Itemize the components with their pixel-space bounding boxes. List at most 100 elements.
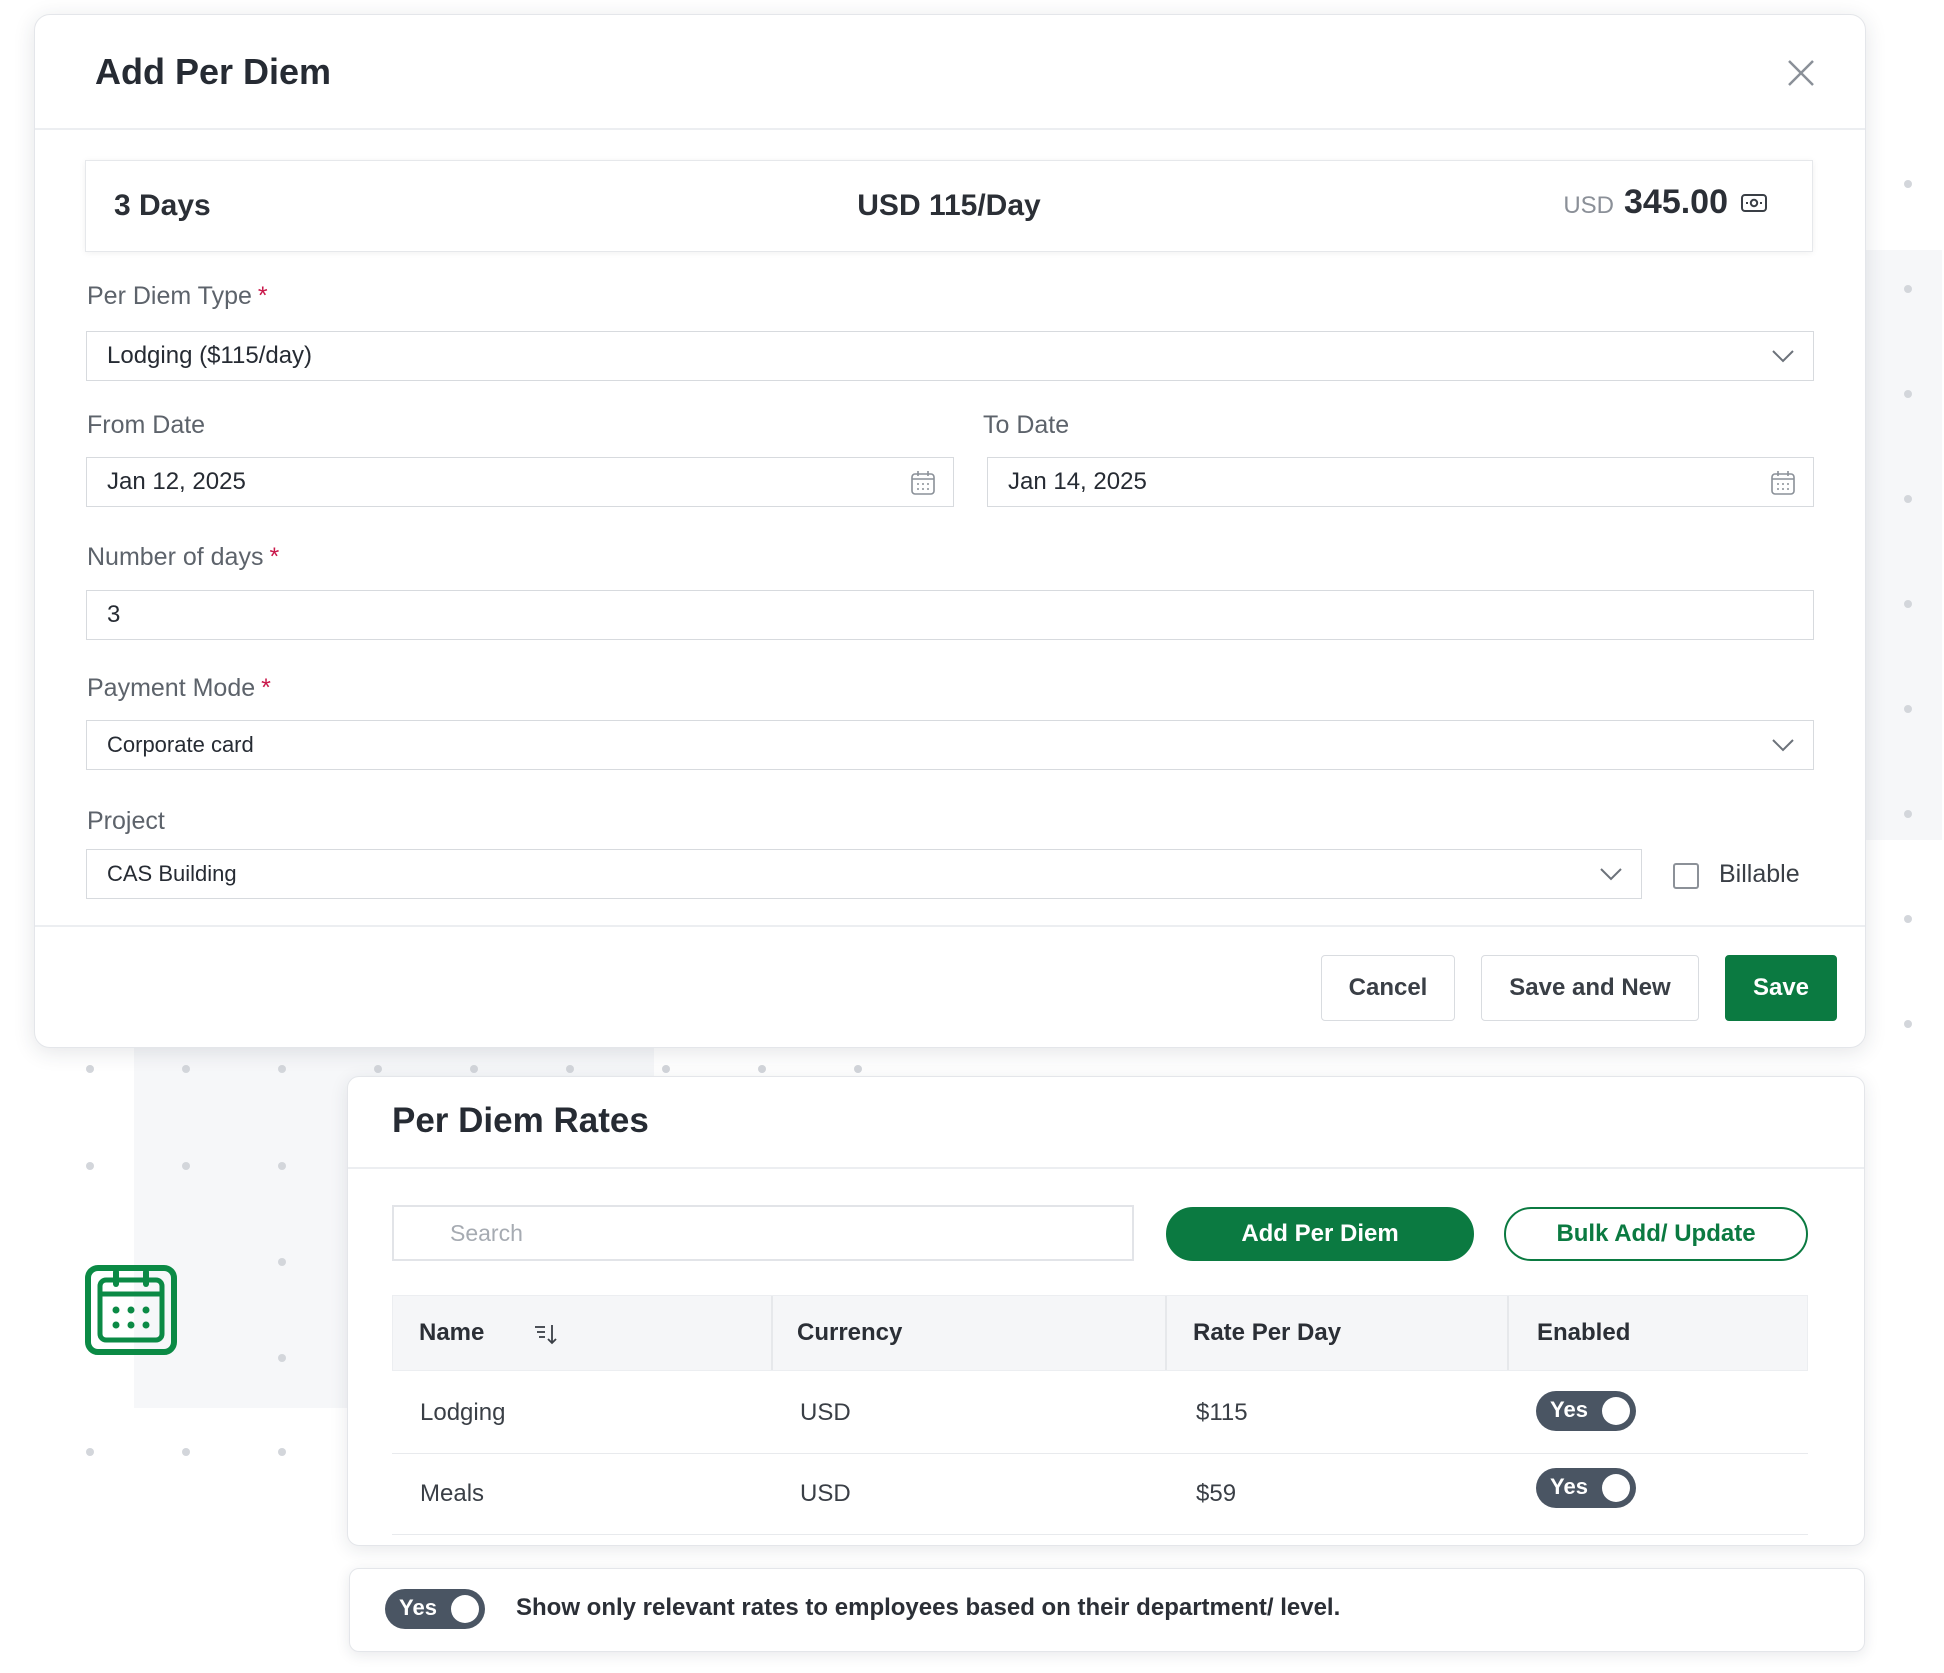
per-diem-type-select[interactable]: Lodging ($115/day) bbox=[86, 331, 1814, 381]
toggle-knob bbox=[451, 1595, 479, 1623]
project-value: CAS Building bbox=[107, 861, 237, 886]
decor-dot bbox=[1904, 390, 1912, 398]
decor-dot bbox=[1904, 495, 1912, 503]
decor-dot bbox=[1904, 600, 1912, 608]
chevron-down-icon bbox=[1600, 868, 1622, 881]
decor-dot bbox=[278, 1448, 286, 1456]
background-panel bbox=[1862, 250, 1942, 840]
summary-rate: USD 115/Day bbox=[857, 189, 1041, 222]
per-diem-summary: 3 Days USD 115/Day USD 345.00 bbox=[85, 160, 1813, 252]
decor-dot bbox=[278, 1065, 286, 1073]
decor-dot bbox=[86, 1162, 94, 1170]
payment-mode-label: Payment Mode * bbox=[87, 674, 271, 703]
summary-total-currency: USD bbox=[1563, 192, 1614, 219]
number-of-days-input[interactable]: 3 bbox=[86, 590, 1814, 640]
required-asterisk: * bbox=[257, 282, 268, 310]
relevant-rates-setting: Yes Show only relevant rates to employee… bbox=[349, 1568, 1865, 1652]
calendar-icon bbox=[911, 471, 935, 495]
project-select[interactable]: CAS Building bbox=[86, 849, 1642, 899]
row-name: Meals bbox=[420, 1480, 485, 1507]
column-header-enabled: Enabled bbox=[1537, 1319, 1631, 1346]
number-of-days-label-text: Number of days bbox=[87, 543, 264, 571]
relevant-rates-text: Show only relevant rates to employees ba… bbox=[516, 1594, 1341, 1621]
cancel-button[interactable]: Cancel bbox=[1321, 955, 1455, 1021]
enabled-toggle[interactable]: Yes bbox=[1536, 1468, 1636, 1508]
decor-dot bbox=[1904, 915, 1912, 923]
required-asterisk: * bbox=[261, 674, 271, 702]
table-row: Lodging USD $115 Yes bbox=[392, 1373, 1808, 1454]
decor-dot bbox=[662, 1065, 670, 1073]
table-header: Name Currency Rate Per Day Enabled bbox=[392, 1295, 1808, 1371]
decor-dot bbox=[278, 1354, 286, 1362]
row-name: Lodging bbox=[420, 1399, 506, 1426]
enabled-toggle[interactable]: Yes bbox=[1536, 1391, 1636, 1431]
decor-dot bbox=[374, 1065, 382, 1073]
from-date-label: From Date bbox=[87, 411, 206, 439]
add-per-diem-modal: Add Per Diem 3 Days USD 115/Day USD 345.… bbox=[34, 14, 1866, 1048]
bulk-add-update-button[interactable]: Bulk Add/ Update bbox=[1504, 1207, 1808, 1261]
summary-total-amount: 345.00 bbox=[1624, 183, 1728, 221]
modal-title: Add Per Diem bbox=[95, 51, 332, 92]
column-divider bbox=[1165, 1296, 1167, 1370]
decor-dot bbox=[1904, 180, 1912, 188]
decor-dot bbox=[1904, 810, 1912, 818]
decor-dot bbox=[278, 1258, 286, 1266]
row-rate: $115 bbox=[1196, 1399, 1248, 1426]
toggle-knob bbox=[1602, 1474, 1630, 1502]
column-divider bbox=[771, 1296, 773, 1370]
calendar-icon bbox=[1771, 471, 1795, 495]
row-rate: $59 bbox=[1196, 1480, 1237, 1507]
toggle-knob bbox=[1602, 1397, 1630, 1425]
search-input[interactable]: Search bbox=[392, 1205, 1134, 1261]
per-diem-type-label-text: Per Diem Type bbox=[87, 282, 252, 310]
decor-dot bbox=[566, 1065, 574, 1073]
relevant-rates-toggle[interactable]: Yes bbox=[385, 1589, 485, 1629]
column-header-name-text: Name bbox=[419, 1319, 485, 1346]
row-currency: USD bbox=[800, 1399, 851, 1426]
toggle-label: Yes bbox=[1550, 1474, 1588, 1499]
modal-header: Add Per Diem bbox=[35, 15, 1865, 130]
decor-dot bbox=[470, 1065, 478, 1073]
decor-dot bbox=[278, 1162, 286, 1170]
toggle-label: Yes bbox=[1550, 1397, 1588, 1422]
project-label: Project bbox=[87, 807, 165, 835]
decor-dot bbox=[758, 1065, 766, 1073]
search-placeholder: Search bbox=[450, 1219, 523, 1246]
rates-header: Per Diem Rates bbox=[348, 1077, 1864, 1169]
decor-dot bbox=[86, 1448, 94, 1456]
payment-mode-label-text: Payment Mode bbox=[87, 674, 256, 702]
per-diem-type-value: Lodging ($115/day) bbox=[107, 342, 313, 369]
table-row: Meals USD $59 Yes bbox=[392, 1454, 1808, 1535]
to-date-label: To Date bbox=[983, 411, 1070, 439]
rates-title: Per Diem Rates bbox=[392, 1101, 649, 1140]
save-button[interactable]: Save bbox=[1725, 955, 1837, 1021]
decor-dot bbox=[182, 1162, 190, 1170]
per-diem-type-label: Per Diem Type * bbox=[87, 282, 268, 311]
billable-checkbox[interactable] bbox=[1673, 863, 1699, 889]
decor-dot bbox=[86, 1065, 94, 1073]
summary-total: USD 345.00 bbox=[1563, 183, 1768, 222]
decor-dot bbox=[1904, 705, 1912, 713]
per-diem-rates-panel: Per Diem Rates Search Add Per Diem Bulk … bbox=[347, 1076, 1865, 1546]
to-date-input[interactable]: Jan 14, 2025 bbox=[987, 457, 1814, 507]
toggle-label: Yes bbox=[399, 1595, 437, 1620]
decor-dot bbox=[1904, 285, 1912, 293]
row-currency: USD bbox=[800, 1480, 851, 1507]
from-date-input[interactable]: Jan 12, 2025 bbox=[86, 457, 954, 507]
from-date-value: Jan 12, 2025 bbox=[107, 468, 246, 495]
save-and-new-button[interactable]: Save and New bbox=[1481, 955, 1699, 1021]
close-icon[interactable] bbox=[1783, 55, 1819, 91]
column-header-currency: Currency bbox=[797, 1319, 903, 1346]
column-header-name[interactable]: Name bbox=[419, 1296, 484, 1370]
number-of-days-label: Number of days * bbox=[87, 543, 279, 572]
decor-dot bbox=[1904, 1020, 1912, 1028]
chevron-down-icon bbox=[1772, 350, 1794, 363]
payment-mode-select[interactable]: Corporate card bbox=[86, 720, 1814, 770]
to-date-value: Jan 14, 2025 bbox=[1008, 468, 1147, 495]
billable-label: Billable bbox=[1719, 860, 1800, 888]
modal-footer: Cancel Save and New Save bbox=[35, 925, 1865, 1049]
add-per-diem-button[interactable]: Add Per Diem bbox=[1166, 1207, 1474, 1261]
chevron-down-icon bbox=[1772, 739, 1794, 752]
column-divider bbox=[1507, 1296, 1509, 1370]
sort-icon[interactable] bbox=[533, 1322, 559, 1346]
